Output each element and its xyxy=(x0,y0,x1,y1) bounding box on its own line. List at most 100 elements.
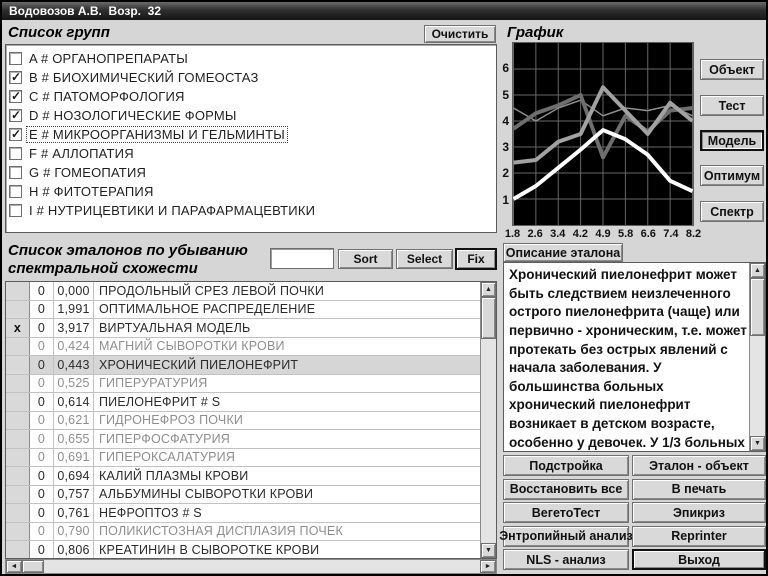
scroll-down-icon[interactable]: ▼ xyxy=(750,436,765,451)
etalon-vertical-scrollbar[interactable]: ▲ ▼ xyxy=(480,282,496,558)
scroll-up-icon[interactable]: ▲ xyxy=(481,282,496,297)
etalon-row-value: 0,655 xyxy=(54,430,94,448)
vegeto-test-button[interactable]: ВегетоТест xyxy=(503,502,629,523)
scrollbar-track[interactable] xyxy=(481,339,496,543)
restore-all-button[interactable]: Восстановить все xyxy=(503,479,629,500)
etalon-row-flag: 0 xyxy=(30,449,54,467)
sort-button[interactable]: Sort xyxy=(338,249,393,269)
title-bar[interactable]: Водовозов А.В. Возр. 32 xyxy=(2,2,766,20)
reprinter-button[interactable]: Reprinter xyxy=(632,526,766,547)
etalon-row-value: 0,614 xyxy=(54,393,94,411)
group-checkbox[interactable] xyxy=(9,90,22,103)
group-item-h[interactable]: H # ФИТОТЕРАПИЯ xyxy=(9,182,496,201)
scrollbar-thumb[interactable] xyxy=(750,278,765,336)
group-label: C # ПАТОМОРФОЛОГИЯ xyxy=(27,89,187,104)
scrollbar-thumb[interactable] xyxy=(22,560,44,573)
group-item-c[interactable]: C # ПАТОМОРФОЛОГИЯ xyxy=(9,87,496,106)
etalon-row-marker: x xyxy=(6,319,30,337)
group-checkbox[interactable] xyxy=(9,128,22,141)
etalon-rows: 00,000ПРОДОЛЬНЫЙ СРЕЗ ЛЕВОЙ ПОЧКИ01,991О… xyxy=(6,282,480,558)
etalon-object-button[interactable]: Эталон - объект xyxy=(632,455,766,476)
group-checkbox[interactable] xyxy=(9,204,22,217)
group-item-f[interactable]: F # АЛЛОПАТИЯ xyxy=(9,144,496,163)
optimum-button[interactable]: Оптимум xyxy=(700,165,764,186)
group-checkbox[interactable] xyxy=(9,109,22,122)
etalon-horizontal-scrollbar[interactable]: ◄ ► xyxy=(5,559,497,574)
group-item-d[interactable]: D # НОЗОЛОГИЧЕСКИЕ ФОРМЫ xyxy=(9,106,496,125)
entropy-analysis-button[interactable]: Энтропийный анализ xyxy=(503,526,629,547)
select-button[interactable]: Select xyxy=(396,249,453,269)
etalon-row-flag: 0 xyxy=(30,430,54,448)
group-item-b[interactable]: B # БИОХИМИЧЕСКИЙ ГОМЕОСТАЗ xyxy=(9,68,496,87)
y-tick-label: 6 xyxy=(502,61,509,75)
description-header-button[interactable]: Описание эталона xyxy=(503,243,623,262)
x-tick-label: 8.2 xyxy=(686,228,701,240)
group-item-e[interactable]: E # МИКРООРГАНИЗМЫ И ГЕЛЬМИНТЫ xyxy=(9,125,496,144)
etalon-row-name: МАГНИЙ СЫВОРОТКИ КРОВИ xyxy=(94,338,480,356)
window-title: Водовозов А.В. Возр. 32 xyxy=(9,4,161,18)
chart-x-axis: 1.82.63.44.24.95.86.67.48.2 xyxy=(512,228,694,242)
group-item-g[interactable]: G # ГОМЕОПАТИЯ xyxy=(9,163,496,182)
etalon-row[interactable]: 00,757АЛЬБУМИНЫ СЫВОРОТКИ КРОВИ xyxy=(6,486,480,505)
etalon-search-input[interactable] xyxy=(270,248,334,269)
scrollbar-thumb[interactable] xyxy=(481,297,496,339)
group-item-a[interactable]: A # ОРГАНОПРЕПАРАТЫ xyxy=(9,49,496,68)
fix-button[interactable]: Fix xyxy=(455,248,497,270)
group-checkbox[interactable] xyxy=(9,147,22,160)
x-tick-label: 5.8 xyxy=(618,228,633,240)
spectrum-button[interactable]: Спектр xyxy=(700,201,764,222)
clear-button[interactable]: Очистить xyxy=(424,25,496,43)
description-box[interactable]: Хронический пиелонефрит может быть следс… xyxy=(503,262,766,452)
etalon-row-flag: 0 xyxy=(30,338,54,356)
etalon-row-value: 0,790 xyxy=(54,523,94,541)
print-button[interactable]: В печать xyxy=(632,479,766,500)
etalon-row[interactable]: 00,655ГИПЕРФОСФАТУРИЯ xyxy=(6,430,480,449)
scrollbar-track[interactable] xyxy=(750,336,765,436)
group-item-i[interactable]: I # НУТРИЦЕВТИКИ И ПАРАФАРМАЦЕВТИКИ xyxy=(9,201,496,220)
group-checkbox[interactable] xyxy=(9,71,22,84)
group-checkbox[interactable] xyxy=(9,166,22,179)
test-button[interactable]: Тест xyxy=(700,95,764,116)
etalon-row[interactable]: 00,806КРЕАТИНИН В СЫВОРОТКЕ КРОВИ xyxy=(6,541,480,558)
etalon-row[interactable]: 00,694КАЛИЙ ПЛАЗМЫ КРОВИ xyxy=(6,467,480,486)
scroll-right-icon[interactable]: ► xyxy=(480,560,496,573)
etalon-row[interactable]: 00,443ХРОНИЧЕСКИЙ ПИЕЛОНЕФРИТ xyxy=(6,356,480,375)
object-button[interactable]: Объект xyxy=(700,59,764,80)
etalon-row[interactable]: 00,761НЕФРОПТОЗ # S xyxy=(6,504,480,523)
etalon-row[interactable]: x03,917ВИРТУАЛЬНАЯ МОДЕЛЬ xyxy=(6,319,480,338)
spectrum-chart-svg xyxy=(513,43,693,225)
etalon-row-name: ПИЕЛОНЕФРИТ # S xyxy=(94,393,480,411)
scroll-down-icon[interactable]: ▼ xyxy=(481,543,496,558)
scrollbar-track[interactable] xyxy=(44,560,480,573)
etalon-row[interactable]: 00,000ПРОДОЛЬНЫЙ СРЕЗ ЛЕВОЙ ПОЧКИ xyxy=(6,282,480,301)
group-label: A # ОРГАНОПРЕПАРАТЫ xyxy=(27,51,190,66)
group-checkbox[interactable] xyxy=(9,185,22,198)
etalon-row[interactable]: 00,621ГИДРОНЕФРОЗ ПОЧКИ xyxy=(6,412,480,431)
etalon-row-marker xyxy=(6,338,30,356)
etalon-panel-title: Список эталонов по убыванию спектральной… xyxy=(8,242,248,278)
etalon-row-marker xyxy=(6,504,30,522)
fine-tune-button[interactable]: Подстройка xyxy=(503,455,629,476)
etalon-row-name: АЛЬБУМИНЫ СЫВОРОТКИ КРОВИ xyxy=(94,486,480,504)
scroll-up-icon[interactable]: ▲ xyxy=(750,263,765,278)
etalon-title-line2: спектральной схожести xyxy=(8,260,248,278)
etalon-row-value: 3,917 xyxy=(54,319,94,337)
etalon-row[interactable]: 00,525ГИПЕРУРАТУРИЯ xyxy=(6,375,480,394)
model-button[interactable]: Модель xyxy=(700,130,764,151)
etalon-row[interactable]: 00,691ГИПЕРОКСАЛАТУРИЯ xyxy=(6,449,480,468)
group-label: B # БИОХИМИЧЕСКИЙ ГОМЕОСТАЗ xyxy=(27,70,261,85)
scroll-left-icon[interactable]: ◄ xyxy=(6,560,22,573)
description-vertical-scrollbar[interactable]: ▲ ▼ xyxy=(749,263,765,451)
etalon-row-name: ГИПЕРОКСАЛАТУРИЯ xyxy=(94,449,480,467)
exit-button[interactable]: Выход xyxy=(632,549,766,570)
etalon-row[interactable]: 00,424МАГНИЙ СЫВОРОТКИ КРОВИ xyxy=(6,338,480,357)
nls-analysis-button[interactable]: NLS - анализ xyxy=(503,549,629,570)
group-checkbox[interactable] xyxy=(9,52,22,65)
etalon-row[interactable]: 00,614ПИЕЛОНЕФРИТ # S xyxy=(6,393,480,412)
etalon-row-marker xyxy=(6,412,30,430)
y-tick-label: 4 xyxy=(502,114,509,128)
etalon-row[interactable]: 00,790ПОЛИКИСТОЗНАЯ ДИСПЛАЗИЯ ПОЧЕК xyxy=(6,523,480,542)
etalon-row-flag: 0 xyxy=(30,375,54,393)
etalon-row[interactable]: 01,991ОПТИМАЛЬНОЕ РАСПРЕДЕЛЕНИЕ xyxy=(6,301,480,320)
epicrisis-button[interactable]: Эпикриз xyxy=(632,502,766,523)
